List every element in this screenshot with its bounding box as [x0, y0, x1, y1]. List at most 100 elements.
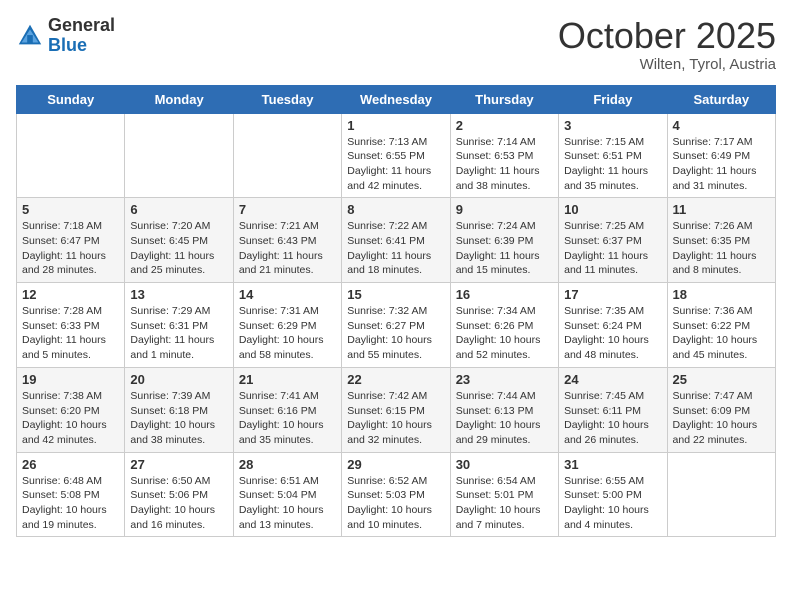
calendar-cell: 1 Sunrise: 7:13 AM Sunset: 6:55 PM Daylig…: [342, 113, 450, 198]
day-info: Sunrise: 7:26 AM Sunset: 6:35 PM Dayligh…: [673, 219, 770, 278]
logo-general-text: General: [48, 15, 115, 35]
calendar-cell: [233, 113, 341, 198]
day-number: 27: [130, 457, 227, 472]
day-info: Sunrise: 6:48 AM Sunset: 5:08 PM Dayligh…: [22, 474, 119, 533]
day-info: Sunrise: 7:42 AM Sunset: 6:15 PM Dayligh…: [347, 389, 444, 448]
page-header: General Blue October 2025 Wilten, Tyrol,…: [16, 16, 776, 73]
day-number: 9: [456, 202, 553, 217]
day-info: Sunrise: 7:38 AM Sunset: 6:20 PM Dayligh…: [22, 389, 119, 448]
calendar-cell: 7 Sunrise: 7:21 AM Sunset: 6:43 PM Daylig…: [233, 198, 341, 283]
day-number: 6: [130, 202, 227, 217]
day-info: Sunrise: 7:21 AM Sunset: 6:43 PM Dayligh…: [239, 219, 336, 278]
calendar-cell: 15 Sunrise: 7:32 AM Sunset: 6:27 PM Dayli…: [342, 283, 450, 368]
day-number: 16: [456, 287, 553, 302]
day-number: 30: [456, 457, 553, 472]
calendar-cell: 14 Sunrise: 7:31 AM Sunset: 6:29 PM Dayli…: [233, 283, 341, 368]
day-number: 3: [564, 118, 661, 133]
calendar-header: SundayMondayTuesdayWednesdayThursdayFrid…: [17, 85, 776, 113]
day-info: Sunrise: 7:24 AM Sunset: 6:39 PM Dayligh…: [456, 219, 553, 278]
day-info: Sunrise: 6:51 AM Sunset: 5:04 PM Dayligh…: [239, 474, 336, 533]
calendar-cell: [125, 113, 233, 198]
day-number: 25: [673, 372, 770, 387]
day-info: Sunrise: 7:47 AM Sunset: 6:09 PM Dayligh…: [673, 389, 770, 448]
weekday-header-sunday: Sunday: [17, 85, 125, 113]
calendar-cell: 5 Sunrise: 7:18 AM Sunset: 6:47 PM Daylig…: [17, 198, 125, 283]
day-info: Sunrise: 7:36 AM Sunset: 6:22 PM Dayligh…: [673, 304, 770, 363]
day-info: Sunrise: 7:29 AM Sunset: 6:31 PM Dayligh…: [130, 304, 227, 363]
day-number: 21: [239, 372, 336, 387]
calendar-cell: 30Sunrise: 6:54 AM Sunset: 5:01 PM Dayli…: [450, 452, 558, 537]
day-number: 24: [564, 372, 661, 387]
weekday-header-thursday: Thursday: [450, 85, 558, 113]
logo-blue-text: Blue: [48, 35, 87, 55]
day-info: Sunrise: 7:14 AM Sunset: 6:53 PM Dayligh…: [456, 135, 553, 194]
logo-icon: [16, 22, 44, 50]
calendar-cell: 4Sunrise: 7:17 AM Sunset: 6:49 PM Daylig…: [667, 113, 775, 198]
calendar-cell: 16 Sunrise: 7:34 AM Sunset: 6:26 PM Dayli…: [450, 283, 558, 368]
day-info: Sunrise: 6:50 AM Sunset: 5:06 PM Dayligh…: [130, 474, 227, 533]
day-info: Sunrise: 7:22 AM Sunset: 6:41 PM Dayligh…: [347, 219, 444, 278]
title-block: October 2025 Wilten, Tyrol, Austria: [558, 16, 776, 73]
day-number: 22: [347, 372, 444, 387]
day-info: Sunrise: 7:28 AM Sunset: 6:33 PM Dayligh…: [22, 304, 119, 363]
weekday-header-row: SundayMondayTuesdayWednesdayThursdayFrid…: [17, 85, 776, 113]
calendar-cell: 12 Sunrise: 7:28 AM Sunset: 6:33 PM Dayli…: [17, 283, 125, 368]
weekday-header-tuesday: Tuesday: [233, 85, 341, 113]
day-number: 2: [456, 118, 553, 133]
calendar-cell: 29 Sunrise: 6:52 AM Sunset: 5:03 PM Dayli…: [342, 452, 450, 537]
weekday-header-friday: Friday: [559, 85, 667, 113]
calendar-cell: 3 Sunrise: 7:15 AM Sunset: 6:51 PM Daylig…: [559, 113, 667, 198]
month-title: October 2025: [558, 16, 776, 56]
calendar-cell: 28 Sunrise: 6:51 AM Sunset: 5:04 PM Dayli…: [233, 452, 341, 537]
day-info: Sunrise: 7:32 AM Sunset: 6:27 PM Dayligh…: [347, 304, 444, 363]
day-number: 31: [564, 457, 661, 472]
weekday-header-saturday: Saturday: [667, 85, 775, 113]
day-number: 26: [22, 457, 119, 472]
day-number: 7: [239, 202, 336, 217]
day-number: 1: [347, 118, 444, 133]
day-number: 29: [347, 457, 444, 472]
calendar-cell: 20 Sunrise: 7:39 AM Sunset: 6:18 PM Dayli…: [125, 367, 233, 452]
week-row-2: 5 Sunrise: 7:18 AM Sunset: 6:47 PM Daylig…: [17, 198, 776, 283]
day-number: 15: [347, 287, 444, 302]
day-info: Sunrise: 6:55 AM Sunset: 5:00 PM Dayligh…: [564, 474, 661, 533]
day-info: Sunrise: 7:34 AM Sunset: 6:26 PM Dayligh…: [456, 304, 553, 363]
day-info: Sunrise: 7:13 AM Sunset: 6:55 PM Dayligh…: [347, 135, 444, 194]
day-number: 17: [564, 287, 661, 302]
week-row-3: 12 Sunrise: 7:28 AM Sunset: 6:33 PM Dayli…: [17, 283, 776, 368]
calendar-cell: 18 Sunrise: 7:36 AM Sunset: 6:22 PM Dayli…: [667, 283, 775, 368]
week-row-4: 19Sunrise: 7:38 AM Sunset: 6:20 PM Dayli…: [17, 367, 776, 452]
day-number: 4: [673, 118, 770, 133]
calendar-cell: 17 Sunrise: 7:35 AM Sunset: 6:24 PM Dayli…: [559, 283, 667, 368]
day-info: Sunrise: 7:41 AM Sunset: 6:16 PM Dayligh…: [239, 389, 336, 448]
day-number: 28: [239, 457, 336, 472]
day-number: 8: [347, 202, 444, 217]
calendar-cell: [667, 452, 775, 537]
calendar-cell: 11Sunrise: 7:26 AM Sunset: 6:35 PM Dayli…: [667, 198, 775, 283]
day-info: Sunrise: 7:45 AM Sunset: 6:11 PM Dayligh…: [564, 389, 661, 448]
day-info: Sunrise: 7:39 AM Sunset: 6:18 PM Dayligh…: [130, 389, 227, 448]
day-number: 23: [456, 372, 553, 387]
week-row-1: 1 Sunrise: 7:13 AM Sunset: 6:55 PM Daylig…: [17, 113, 776, 198]
logo: General Blue: [16, 16, 115, 56]
day-number: 5: [22, 202, 119, 217]
calendar-cell: 27 Sunrise: 6:50 AM Sunset: 5:06 PM Dayli…: [125, 452, 233, 537]
day-info: Sunrise: 7:31 AM Sunset: 6:29 PM Dayligh…: [239, 304, 336, 363]
day-info: Sunrise: 6:52 AM Sunset: 5:03 PM Dayligh…: [347, 474, 444, 533]
day-info: Sunrise: 7:18 AM Sunset: 6:47 PM Dayligh…: [22, 219, 119, 278]
day-info: Sunrise: 7:20 AM Sunset: 6:45 PM Dayligh…: [130, 219, 227, 278]
weekday-header-monday: Monday: [125, 85, 233, 113]
day-number: 14: [239, 287, 336, 302]
day-number: 13: [130, 287, 227, 302]
day-number: 12: [22, 287, 119, 302]
day-info: Sunrise: 7:15 AM Sunset: 6:51 PM Dayligh…: [564, 135, 661, 194]
day-info: Sunrise: 7:25 AM Sunset: 6:37 PM Dayligh…: [564, 219, 661, 278]
day-info: Sunrise: 7:35 AM Sunset: 6:24 PM Dayligh…: [564, 304, 661, 363]
calendar-cell: 26 Sunrise: 6:48 AM Sunset: 5:08 PM Dayli…: [17, 452, 125, 537]
calendar-body: 1 Sunrise: 7:13 AM Sunset: 6:55 PM Daylig…: [17, 113, 776, 537]
day-number: 20: [130, 372, 227, 387]
calendar-cell: 2 Sunrise: 7:14 AM Sunset: 6:53 PM Daylig…: [450, 113, 558, 198]
day-number: 18: [673, 287, 770, 302]
calendar-cell: 21 Sunrise: 7:41 AM Sunset: 6:16 PM Dayli…: [233, 367, 341, 452]
calendar-cell: 25 Sunrise: 7:47 AM Sunset: 6:09 PM Dayli…: [667, 367, 775, 452]
